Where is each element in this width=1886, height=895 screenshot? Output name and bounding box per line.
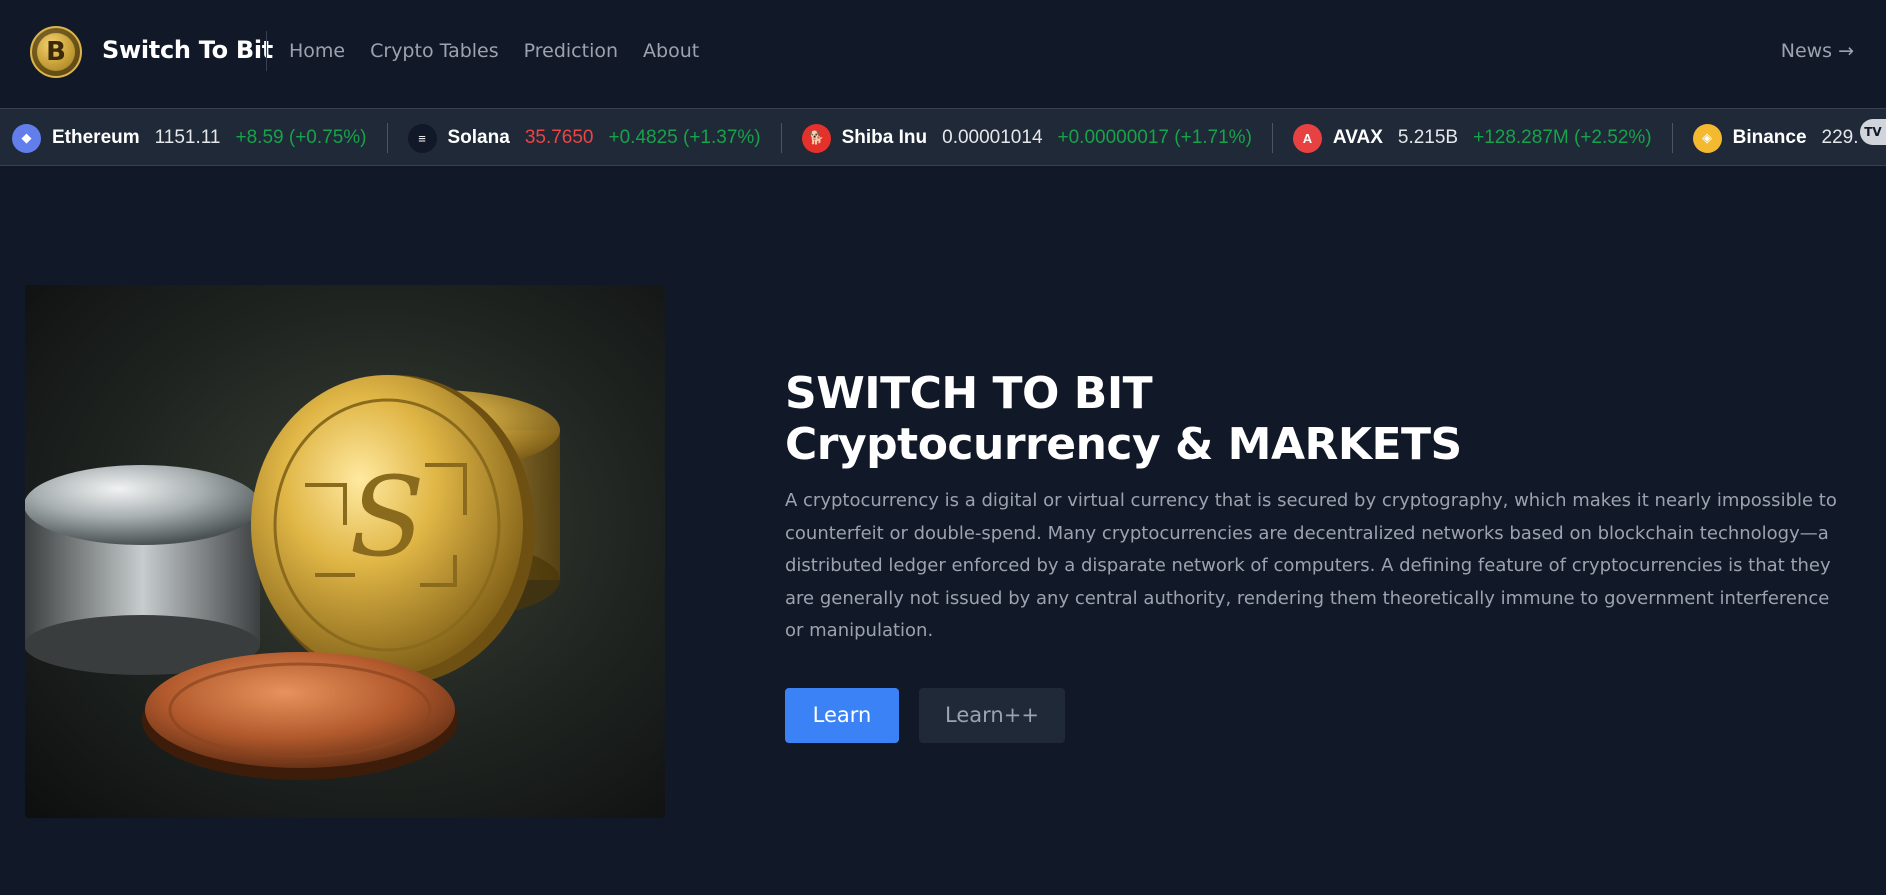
- hero-buttons: Learn Learn++: [785, 687, 1845, 743]
- ticker-coin-change: +128.287M (+2.52%): [1473, 127, 1652, 148]
- ticker-coin-name: Shiba Inu: [841, 127, 928, 148]
- ticker-separator: [1271, 123, 1273, 153]
- learn-plus-button[interactable]: Learn++: [919, 687, 1065, 743]
- ticker-separator: [780, 123, 782, 153]
- hero-image-coins: S: [25, 285, 665, 818]
- ticker-coin-price: 35.7650: [524, 127, 594, 148]
- shiba-inu-icon: 🐕: [801, 123, 831, 153]
- ticker-separator: [1671, 123, 1673, 153]
- ticker-coin-price: 229.: [1821, 127, 1859, 148]
- ticker-item[interactable]: ≡ Solana 35.7650 +0.4825 (+1.37%): [407, 109, 761, 165]
- ticker-item[interactable]: 🐕 Shiba Inu 0.00001014 +0.00000017 (+1.71%): [801, 109, 1252, 165]
- top-navbar: B Switch To Bit Home Crypto Tables Predi…: [0, 0, 1886, 108]
- nav-link-crypto-tables[interactable]: Crypto Tables: [370, 40, 499, 62]
- nav-link-prediction[interactable]: Prediction: [524, 40, 618, 62]
- nav-link-home[interactable]: Home: [289, 40, 345, 62]
- ticker-item[interactable]: ◆ Ethereum 1151.11 +8.59 (+0.75%): [12, 109, 367, 165]
- nav-links: Home Crypto Tables Prediction About: [289, 40, 699, 62]
- binance-icon: ◈: [1692, 123, 1722, 153]
- ticker-coin-price: 5.215B: [1397, 127, 1459, 148]
- ticker-track: ◆ Ethereum 1151.11 +8.59 (+0.75%) ≡ Solana 35.…: [12, 109, 1874, 165]
- hero-title-line1: SWITCH TO BIT: [785, 368, 1153, 419]
- news-label: News: [1780, 40, 1833, 62]
- ticker-coin-price: 1151.11: [154, 127, 221, 148]
- hero-title: SWITCH TO BIT Cryptocurrency & MARKETS: [785, 368, 1845, 470]
- ticker-separator: [386, 123, 388, 153]
- learn-button[interactable]: Learn: [785, 687, 899, 743]
- ticker-coin-change: +0.4825 (+1.37%): [608, 127, 761, 148]
- logo-glyph: B: [46, 37, 66, 67]
- ticker-coin-change: +8.59 (+0.75%): [235, 127, 367, 148]
- coins-illustration: S: [25, 375, 560, 780]
- ticker-item[interactable]: A AVAX 5.215B +128.287M (+2.52%): [1292, 109, 1652, 165]
- bitcoin-logo-icon[interactable]: B: [30, 26, 82, 78]
- ticker-coin-name: AVAX: [1332, 127, 1383, 148]
- ticker-coin-price: 0.00001014: [942, 127, 1043, 148]
- ticker-coin-change: +0.00000017 (+1.71%): [1057, 127, 1252, 148]
- ticker-coin-name: Ethereum: [52, 127, 140, 148]
- ticker-coin-name: Binance: [1732, 127, 1807, 148]
- nav-divider: [266, 31, 267, 71]
- brand-name[interactable]: Switch To Bit: [102, 36, 273, 64]
- news-link[interactable]: News →: [1781, 40, 1854, 62]
- ticker-item[interactable]: ◈ Binance 229.: [1692, 109, 1874, 165]
- solana-icon: ≡: [407, 123, 437, 153]
- ticker-coin-name: Solana: [447, 127, 510, 148]
- arrow-right-icon: →: [1838, 40, 1854, 62]
- avax-icon: A: [1292, 123, 1322, 153]
- hero-title-line2: Cryptocurrency & MARKETS: [785, 419, 1462, 470]
- hero-description: A cryptocurrency is a digital or virtual…: [785, 490, 1837, 641]
- ethereum-icon: ◆: [12, 123, 41, 153]
- nav-link-about[interactable]: About: [643, 40, 699, 62]
- price-ticker: ◆ Ethereum 1151.11 +8.59 (+0.75%) ≡ Solana 35.…: [0, 108, 1886, 166]
- hero-content: SWITCH TO BIT Cryptocurrency & MARKETS A…: [785, 368, 1845, 743]
- tradingview-badge[interactable]: TV: [1860, 119, 1886, 145]
- svg-text:S: S: [349, 453, 424, 581]
